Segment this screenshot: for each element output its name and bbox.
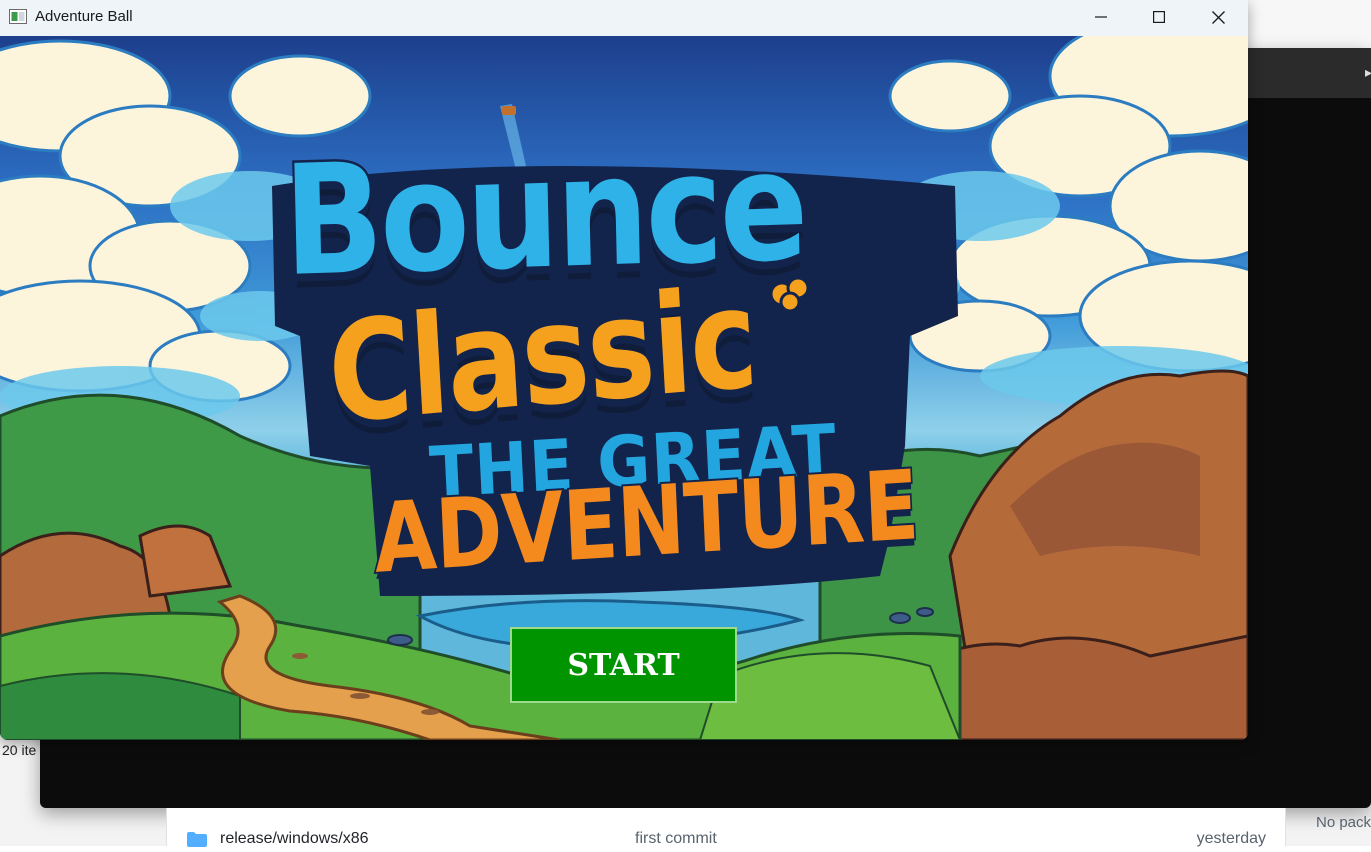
- app-window-icon: [9, 9, 27, 24]
- commit-message[interactable]: first commit: [635, 830, 717, 848]
- background-explorer-header: [1248, 0, 1371, 48]
- window-title: Adventure Ball: [35, 8, 133, 25]
- file-name[interactable]: release/windows/x86: [220, 830, 369, 848]
- close-icon: [1211, 10, 1225, 24]
- terminal-tab-icon: ▸: [1365, 64, 1371, 80]
- title-bar[interactable]: Adventure Ball: [0, 0, 1248, 36]
- close-button[interactable]: [1189, 0, 1247, 34]
- minimize-icon: [1095, 16, 1107, 18]
- file-list-row[interactable]: release/windows/x86 first commit yesterd…: [167, 828, 1285, 850]
- side-note: No pack: [1316, 814, 1371, 831]
- maximize-button[interactable]: [1130, 0, 1188, 34]
- minimize-button[interactable]: [1072, 0, 1130, 34]
- game-canvas[interactable]: Bounce Classic THE GREAT ADVENTURE START: [0, 36, 1248, 740]
- folder-icon: [187, 832, 207, 847]
- maximize-icon: [1153, 11, 1165, 23]
- background-file-list: release/windows/x86 first commit yesterd…: [166, 808, 1286, 847]
- game-window: Adventure Ball Bounce Classic THE GREAT …: [0, 0, 1248, 740]
- start-button[interactable]: START: [510, 627, 737, 703]
- commit-date: yesterday: [1196, 830, 1266, 847]
